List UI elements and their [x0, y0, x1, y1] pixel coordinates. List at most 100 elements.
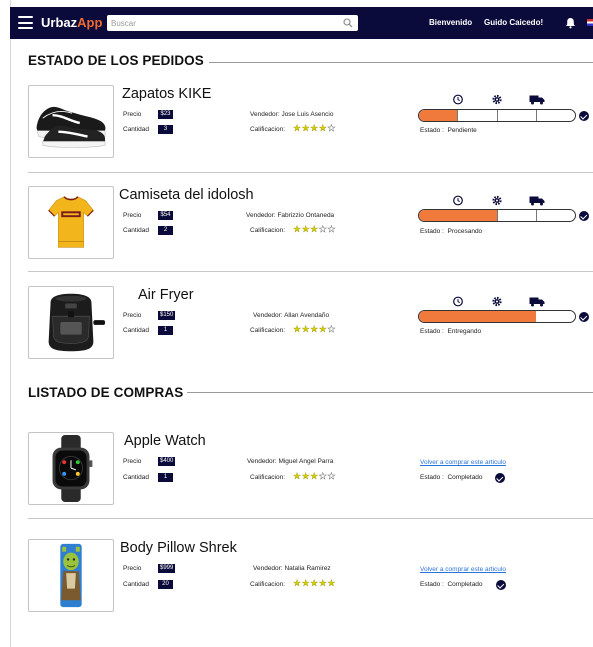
row-divider	[28, 172, 593, 173]
seller-text: Vendedor: Fabrizzio Ontaneda	[246, 212, 335, 219]
app-logo[interactable]: UrbazApp	[41, 15, 102, 30]
star-filled-icon: ★	[327, 578, 336, 588]
quantity-label: Cantidad	[123, 126, 150, 133]
quantity-label: Cantidad	[123, 227, 150, 234]
price-badge: $400	[158, 457, 176, 466]
price-badge: $150	[158, 311, 176, 320]
clock-icon	[453, 296, 463, 307]
welcome-text: Bienvenido	[429, 18, 473, 27]
search-icon[interactable]	[343, 18, 353, 28]
jersey-image	[48, 196, 94, 248]
quantity-label: Cantidad	[123, 581, 150, 588]
product-image-watch[interactable]	[28, 432, 114, 505]
page-left-border	[10, 0, 11, 647]
purchases-title-rule	[187, 392, 593, 393]
check-icon	[496, 580, 506, 590]
status-label: Estado :	[420, 228, 444, 235]
check-icon	[579, 111, 589, 121]
search-box	[107, 15, 358, 31]
progress-fill	[419, 311, 536, 322]
purchase-name[interactable]: Apple Watch	[124, 433, 206, 449]
logo-text-urbaz: Urbaz	[41, 15, 78, 30]
star-empty-icon: ★	[327, 123, 336, 133]
price-label: Precio	[123, 312, 142, 319]
star-filled-icon: ★	[293, 123, 302, 133]
progress-step-separator	[536, 210, 537, 221]
status-text: Estado : Completado	[420, 581, 483, 588]
price-badge: $999	[158, 564, 176, 573]
air-fryer-image	[48, 293, 106, 352]
user-name[interactable]: Guido Caicedo!	[484, 18, 543, 27]
product-image-jersey[interactable]	[28, 186, 114, 259]
truck-icon	[529, 297, 545, 307]
flag-icon[interactable]	[587, 19, 593, 26]
progress-step-separator	[536, 110, 537, 121]
status-text: Estado : Procesando	[420, 228, 482, 235]
quantity-label: Cantidad	[123, 474, 150, 481]
rebuy-link[interactable]: Volver a comprar este articulo	[420, 566, 506, 573]
order-name[interactable]: Zapatos KIKE	[122, 86, 211, 102]
price-label: Precio	[123, 565, 142, 572]
order-progress-bar	[418, 209, 576, 222]
rating-label: Calificacion:	[250, 327, 286, 334]
check-icon	[579, 312, 589, 322]
row-divider	[28, 271, 593, 272]
rating-label: Calificacion:	[250, 581, 286, 588]
progress-step-separator	[497, 110, 498, 121]
star-filled-icon: ★	[301, 324, 311, 334]
clock-icon	[453, 195, 463, 206]
sneaker-image	[36, 106, 106, 148]
star-filled-icon: ★	[301, 578, 311, 588]
menu-icon[interactable]	[18, 16, 33, 29]
star-filled-icon: ★	[301, 123, 311, 133]
check-icon	[495, 473, 505, 483]
progress-step-separator	[457, 110, 458, 121]
truck-icon	[529, 95, 545, 105]
star-filled-icon: ★	[310, 471, 319, 481]
purchase-name[interactable]: Body Pillow Shrek	[120, 540, 237, 556]
star-empty-icon: ★	[327, 471, 336, 481]
price-badge: $54	[158, 211, 173, 220]
progress-fill	[419, 210, 497, 221]
product-image-sneakers[interactable]	[28, 85, 114, 158]
status-label: Estado :	[420, 328, 444, 335]
star-filled-icon: ★	[310, 324, 319, 334]
quantity-label: Cantidad	[123, 327, 150, 334]
search-input[interactable]	[111, 16, 337, 30]
status-value: Completado	[447, 474, 483, 481]
bell-icon[interactable]	[565, 17, 576, 29]
star-filled-icon: ★	[310, 578, 319, 588]
status-label: Estado :	[420, 127, 444, 134]
status-label: Estado :	[420, 474, 444, 481]
star-filled-icon: ★	[293, 224, 302, 234]
order-progress-bar	[418, 310, 576, 323]
star-empty-icon: ★	[327, 324, 336, 334]
quantity-badge: 2	[158, 226, 173, 235]
progress-step-separator	[497, 210, 498, 221]
order-name[interactable]: Camiseta del idolosh	[119, 187, 254, 203]
product-image-air-fryer[interactable]	[28, 286, 114, 359]
rating-stars: ★★★★★	[293, 324, 336, 334]
rating-stars: ★★★★★	[293, 578, 336, 588]
status-label: Estado :	[420, 581, 444, 588]
product-image-pillow[interactable]	[28, 539, 114, 612]
progress-fill	[419, 110, 458, 121]
purchases-section-title: LISTADO DE COMPRAS	[28, 385, 184, 400]
star-empty-icon: ★	[327, 224, 336, 234]
seller-text: Vendedor: Jose Luis Asencio	[250, 111, 334, 118]
rating-label: Calificacion:	[250, 474, 286, 481]
price-badge: $23	[158, 110, 173, 119]
rating-stars: ★★★★★	[293, 224, 336, 234]
rebuy-link[interactable]: Volver a comprar este articulo	[420, 459, 506, 466]
status-text: Estado : Completado	[420, 474, 483, 481]
order-name[interactable]: Air Fryer	[138, 287, 194, 303]
quantity-badge: 20	[158, 580, 173, 589]
star-filled-icon: ★	[301, 471, 311, 481]
rating-label: Calificacion:	[250, 126, 286, 133]
orders-section-title: ESTADO DE LOS PEDIDOS	[28, 53, 204, 68]
star-filled-icon: ★	[293, 471, 302, 481]
gear-icon	[492, 296, 502, 307]
status-text: Estado : Entregando	[420, 328, 481, 335]
star-filled-icon: ★	[301, 224, 311, 234]
seller-text: Vendedor: Allan Avendaño	[253, 312, 330, 319]
